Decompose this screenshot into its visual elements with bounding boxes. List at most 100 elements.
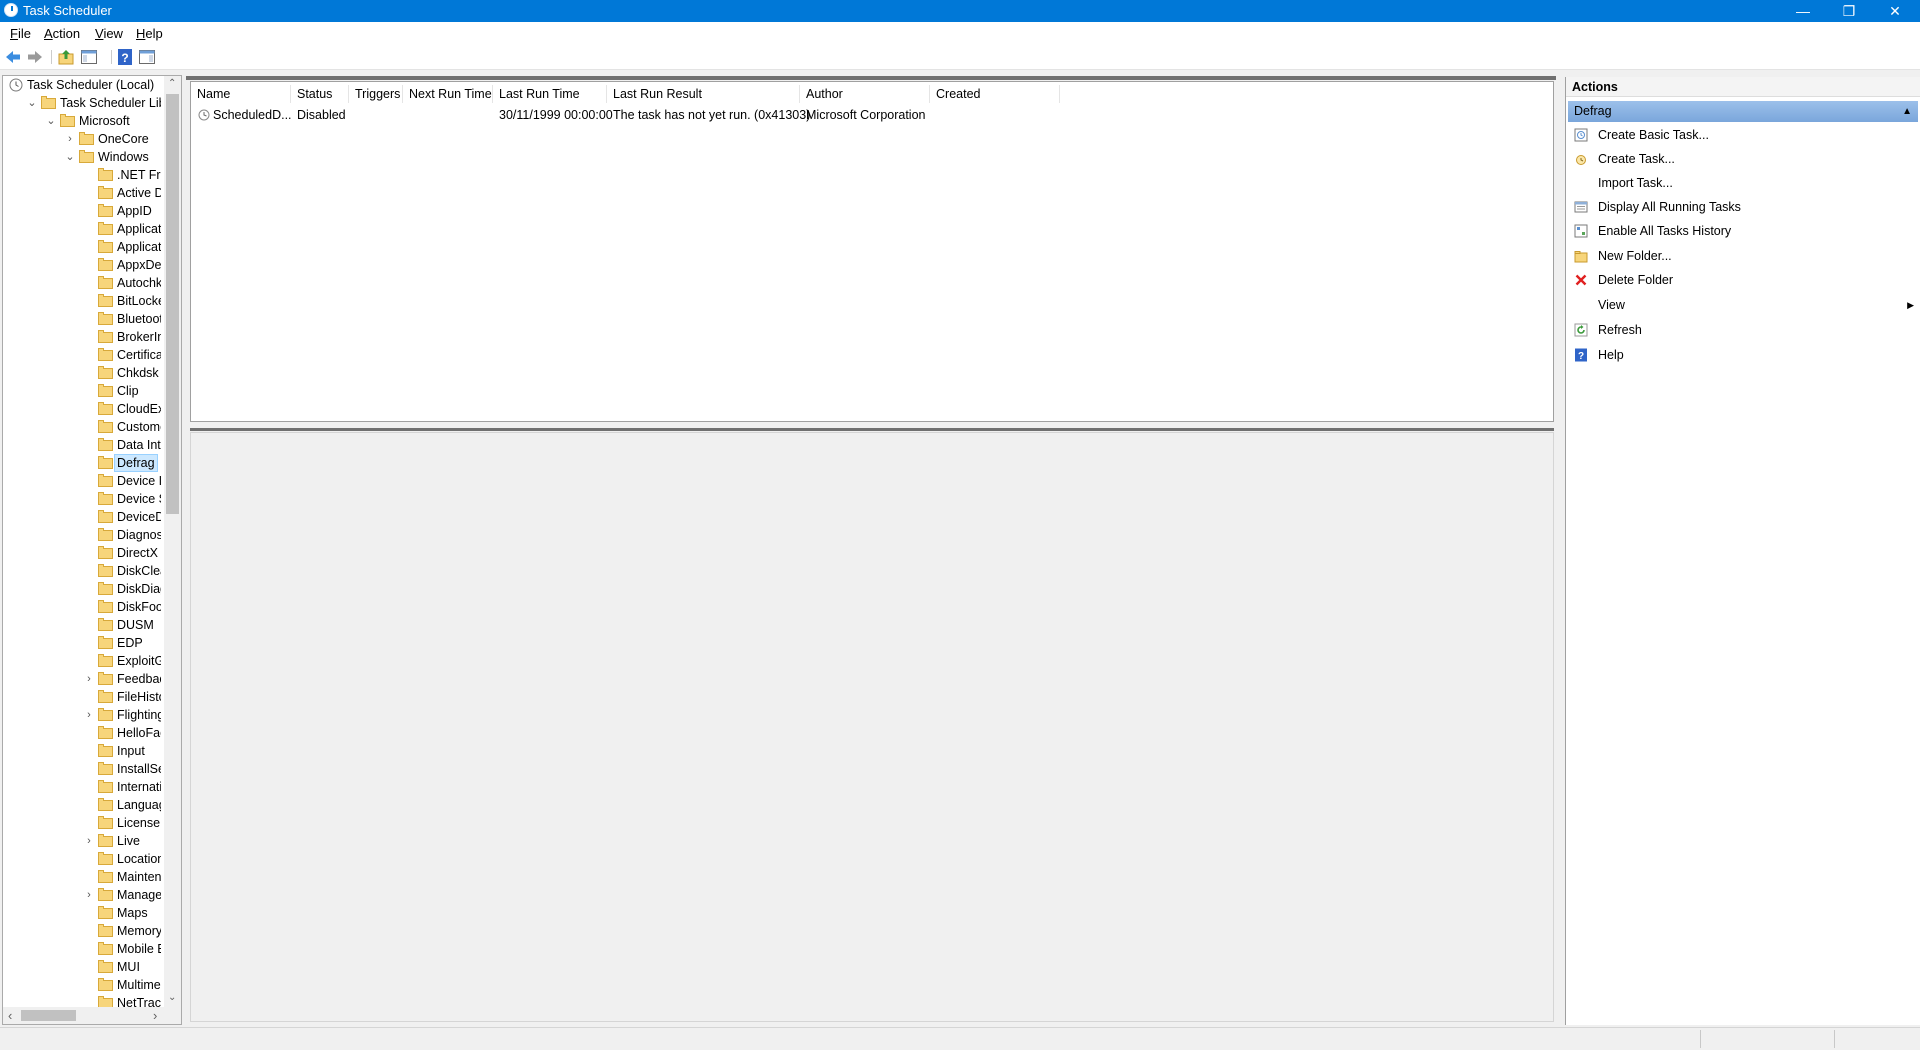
column-header-last-run-result[interactable]: Last Run Result [607, 85, 800, 103]
tree-item-folder[interactable]: DiskDiagno [3, 580, 163, 598]
tree-item-folder[interactable]: Data Integri [3, 436, 163, 454]
tree-vertical-scrollbar[interactable]: ⌃ ⌄ [164, 76, 181, 1008]
column-header-author[interactable]: Author [800, 85, 930, 103]
tree-item-folder[interactable]: DirectX [3, 544, 163, 562]
task-scheduler-clock-icon [9, 78, 23, 92]
column-header-next-run-time[interactable]: Next Run Time [403, 85, 493, 103]
tree-item-folder[interactable]: Application [3, 220, 163, 238]
expanded-chevron-icon[interactable]: ⌄ [64, 148, 76, 166]
menu-action[interactable]: Action [44, 26, 80, 41]
back-arrow-icon[interactable] [4, 48, 22, 66]
tree-item-folder[interactable]: Chkdsk [3, 364, 163, 382]
tree-item-folder[interactable]: MemoryDia [3, 922, 163, 940]
collapsed-chevron-icon[interactable]: › [64, 130, 76, 148]
tree-item-folder[interactable]: InstallServic [3, 760, 163, 778]
tree-item-folder[interactable]: Application [3, 238, 163, 256]
tree-item-folder[interactable]: Device Setu [3, 490, 163, 508]
column-header-triggers[interactable]: Triggers [349, 85, 403, 103]
action-view[interactable]: View ▶ [1574, 295, 1914, 315]
scroll-up-icon[interactable]: ⌃ [168, 78, 176, 89]
restore-button[interactable]: ❐ [1826, 0, 1872, 22]
task-list[interactable]: Name Status Triggers Next Run Time Last … [190, 81, 1554, 422]
tree-item-folder[interactable]: MUI [3, 958, 163, 976]
collapsed-chevron-icon[interactable]: › [83, 832, 95, 850]
tree-item-folder[interactable]: DeviceDirec [3, 508, 163, 526]
tree-item-folder[interactable]: DiskFootpri [3, 598, 163, 616]
tree-item-folder[interactable]: BitLocker [3, 292, 163, 310]
tree-item-label: Manageme [117, 888, 161, 902]
tree-item-folder[interactable]: DUSM [3, 616, 163, 634]
column-header-status[interactable]: Status [291, 85, 349, 103]
scroll-down-icon[interactable]: ⌄ [168, 992, 176, 1003]
menu-view[interactable]: View [95, 26, 123, 41]
minimize-button[interactable]: — [1780, 0, 1826, 22]
tree-item-task-scheduler-library[interactable]: ⌄ Task Scheduler Library [3, 94, 163, 112]
tree-item-folder[interactable]: Location [3, 850, 163, 868]
tree-item-folder[interactable]: Defrag [3, 454, 163, 472]
actions-section-defrag[interactable]: Defrag ▲ [1568, 101, 1918, 122]
close-button[interactable]: ✕ [1872, 0, 1918, 22]
show-hide-console-tree-icon[interactable] [80, 48, 98, 66]
tree-item-folder[interactable]: › Feedback [3, 670, 163, 688]
tree-item-folder[interactable]: Input [3, 742, 163, 760]
collapsed-chevron-icon[interactable]: › [83, 670, 95, 688]
tree-item-folder[interactable]: LanguageC [3, 796, 163, 814]
expanded-chevron-icon[interactable]: ⌄ [26, 94, 38, 112]
tree-item-folder[interactable]: CloudExper [3, 400, 163, 418]
tree-item-folder[interactable]: Customer E [3, 418, 163, 436]
show-hide-action-pane-icon[interactable] [138, 48, 156, 66]
scroll-right-icon[interactable]: › [153, 1008, 157, 1023]
tree-horizontal-scrollbar[interactable]: ‹ › [3, 1007, 181, 1024]
console-tree[interactable]: Task Scheduler (Local) ⌄ Task Scheduler Li… [2, 75, 182, 1025]
tree-root-local[interactable]: Task Scheduler (Local) [3, 76, 163, 94]
tree-item-folder[interactable]: CertificateS [3, 346, 163, 364]
tree-item-folder[interactable]: EDP [3, 634, 163, 652]
tree-item-folder[interactable]: › Manageme [3, 886, 163, 904]
tree-item-folder[interactable]: Device Info [3, 472, 163, 490]
tree-item-microsoft[interactable]: ⌄ Microsoft [3, 112, 163, 130]
menu-file[interactable]: File [10, 26, 31, 41]
task-list-splitter[interactable] [186, 76, 1556, 80]
help-icon[interactable]: ? [116, 48, 134, 66]
tree-item-folder[interactable]: Autochk [3, 274, 163, 292]
tree-item-folder[interactable]: HelloFace [3, 724, 163, 742]
tree-item-folder[interactable]: Diagnosis [3, 526, 163, 544]
tree-item-folder[interactable]: ExploitGuar [3, 652, 163, 670]
forward-arrow-icon[interactable] [26, 48, 44, 66]
detail-splitter[interactable] [190, 428, 1554, 431]
tree-scroll-thumb[interactable] [166, 94, 179, 514]
tree-item-folder[interactable]: Bluetooth [3, 310, 163, 328]
column-header-last-run-time[interactable]: Last Run Time [493, 85, 607, 103]
tree-item-folder[interactable]: Maps [3, 904, 163, 922]
tree-item-onecore[interactable]: › OneCore [3, 130, 163, 148]
tree-item-folder[interactable]: AppID [3, 202, 163, 220]
collapsed-chevron-icon[interactable]: › [83, 706, 95, 724]
tree-item-folder[interactable]: .NET Frame [3, 166, 163, 184]
scroll-left-icon[interactable]: ‹ [8, 1008, 12, 1023]
tree-item-folder[interactable]: Multimedia [3, 976, 163, 994]
collapse-arrow-icon[interactable]: ▲ [1902, 101, 1912, 122]
column-header-name[interactable]: Name [191, 85, 291, 103]
tree-item-folder[interactable]: Mobile Bro [3, 940, 163, 958]
tree-item-folder[interactable]: › Live [3, 832, 163, 850]
menu-help[interactable]: Help [136, 26, 163, 41]
tree-item-folder[interactable]: Maintenanc [3, 868, 163, 886]
up-folder-icon[interactable] [57, 48, 75, 66]
tree-item-label: DiskFootpri [117, 600, 161, 614]
tree-item-folder[interactable]: DiskCleanu [3, 562, 163, 580]
tree-item-folder[interactable]: AppxDeplo [3, 256, 163, 274]
tree-item-folder[interactable]: Active Direc [3, 184, 163, 202]
tree-hscroll-thumb[interactable] [21, 1010, 76, 1021]
tree-item-folder[interactable]: Internation [3, 778, 163, 796]
tree-item-label: Internation [117, 780, 161, 794]
tree-item-folder[interactable]: BrokerInfra [3, 328, 163, 346]
tree-item-windows[interactable]: ⌄ Windows [3, 148, 163, 166]
column-header-created[interactable]: Created [930, 85, 1060, 103]
tree-item-folder[interactable]: License Ma [3, 814, 163, 832]
collapsed-chevron-icon[interactable]: › [83, 886, 95, 904]
tree-item-folder[interactable]: FileHistory [3, 688, 163, 706]
tree-item-folder[interactable]: › Flighting [3, 706, 163, 724]
folder-icon [98, 492, 113, 505]
expanded-chevron-icon[interactable]: ⌄ [45, 112, 57, 130]
tree-item-folder[interactable]: Clip [3, 382, 163, 400]
